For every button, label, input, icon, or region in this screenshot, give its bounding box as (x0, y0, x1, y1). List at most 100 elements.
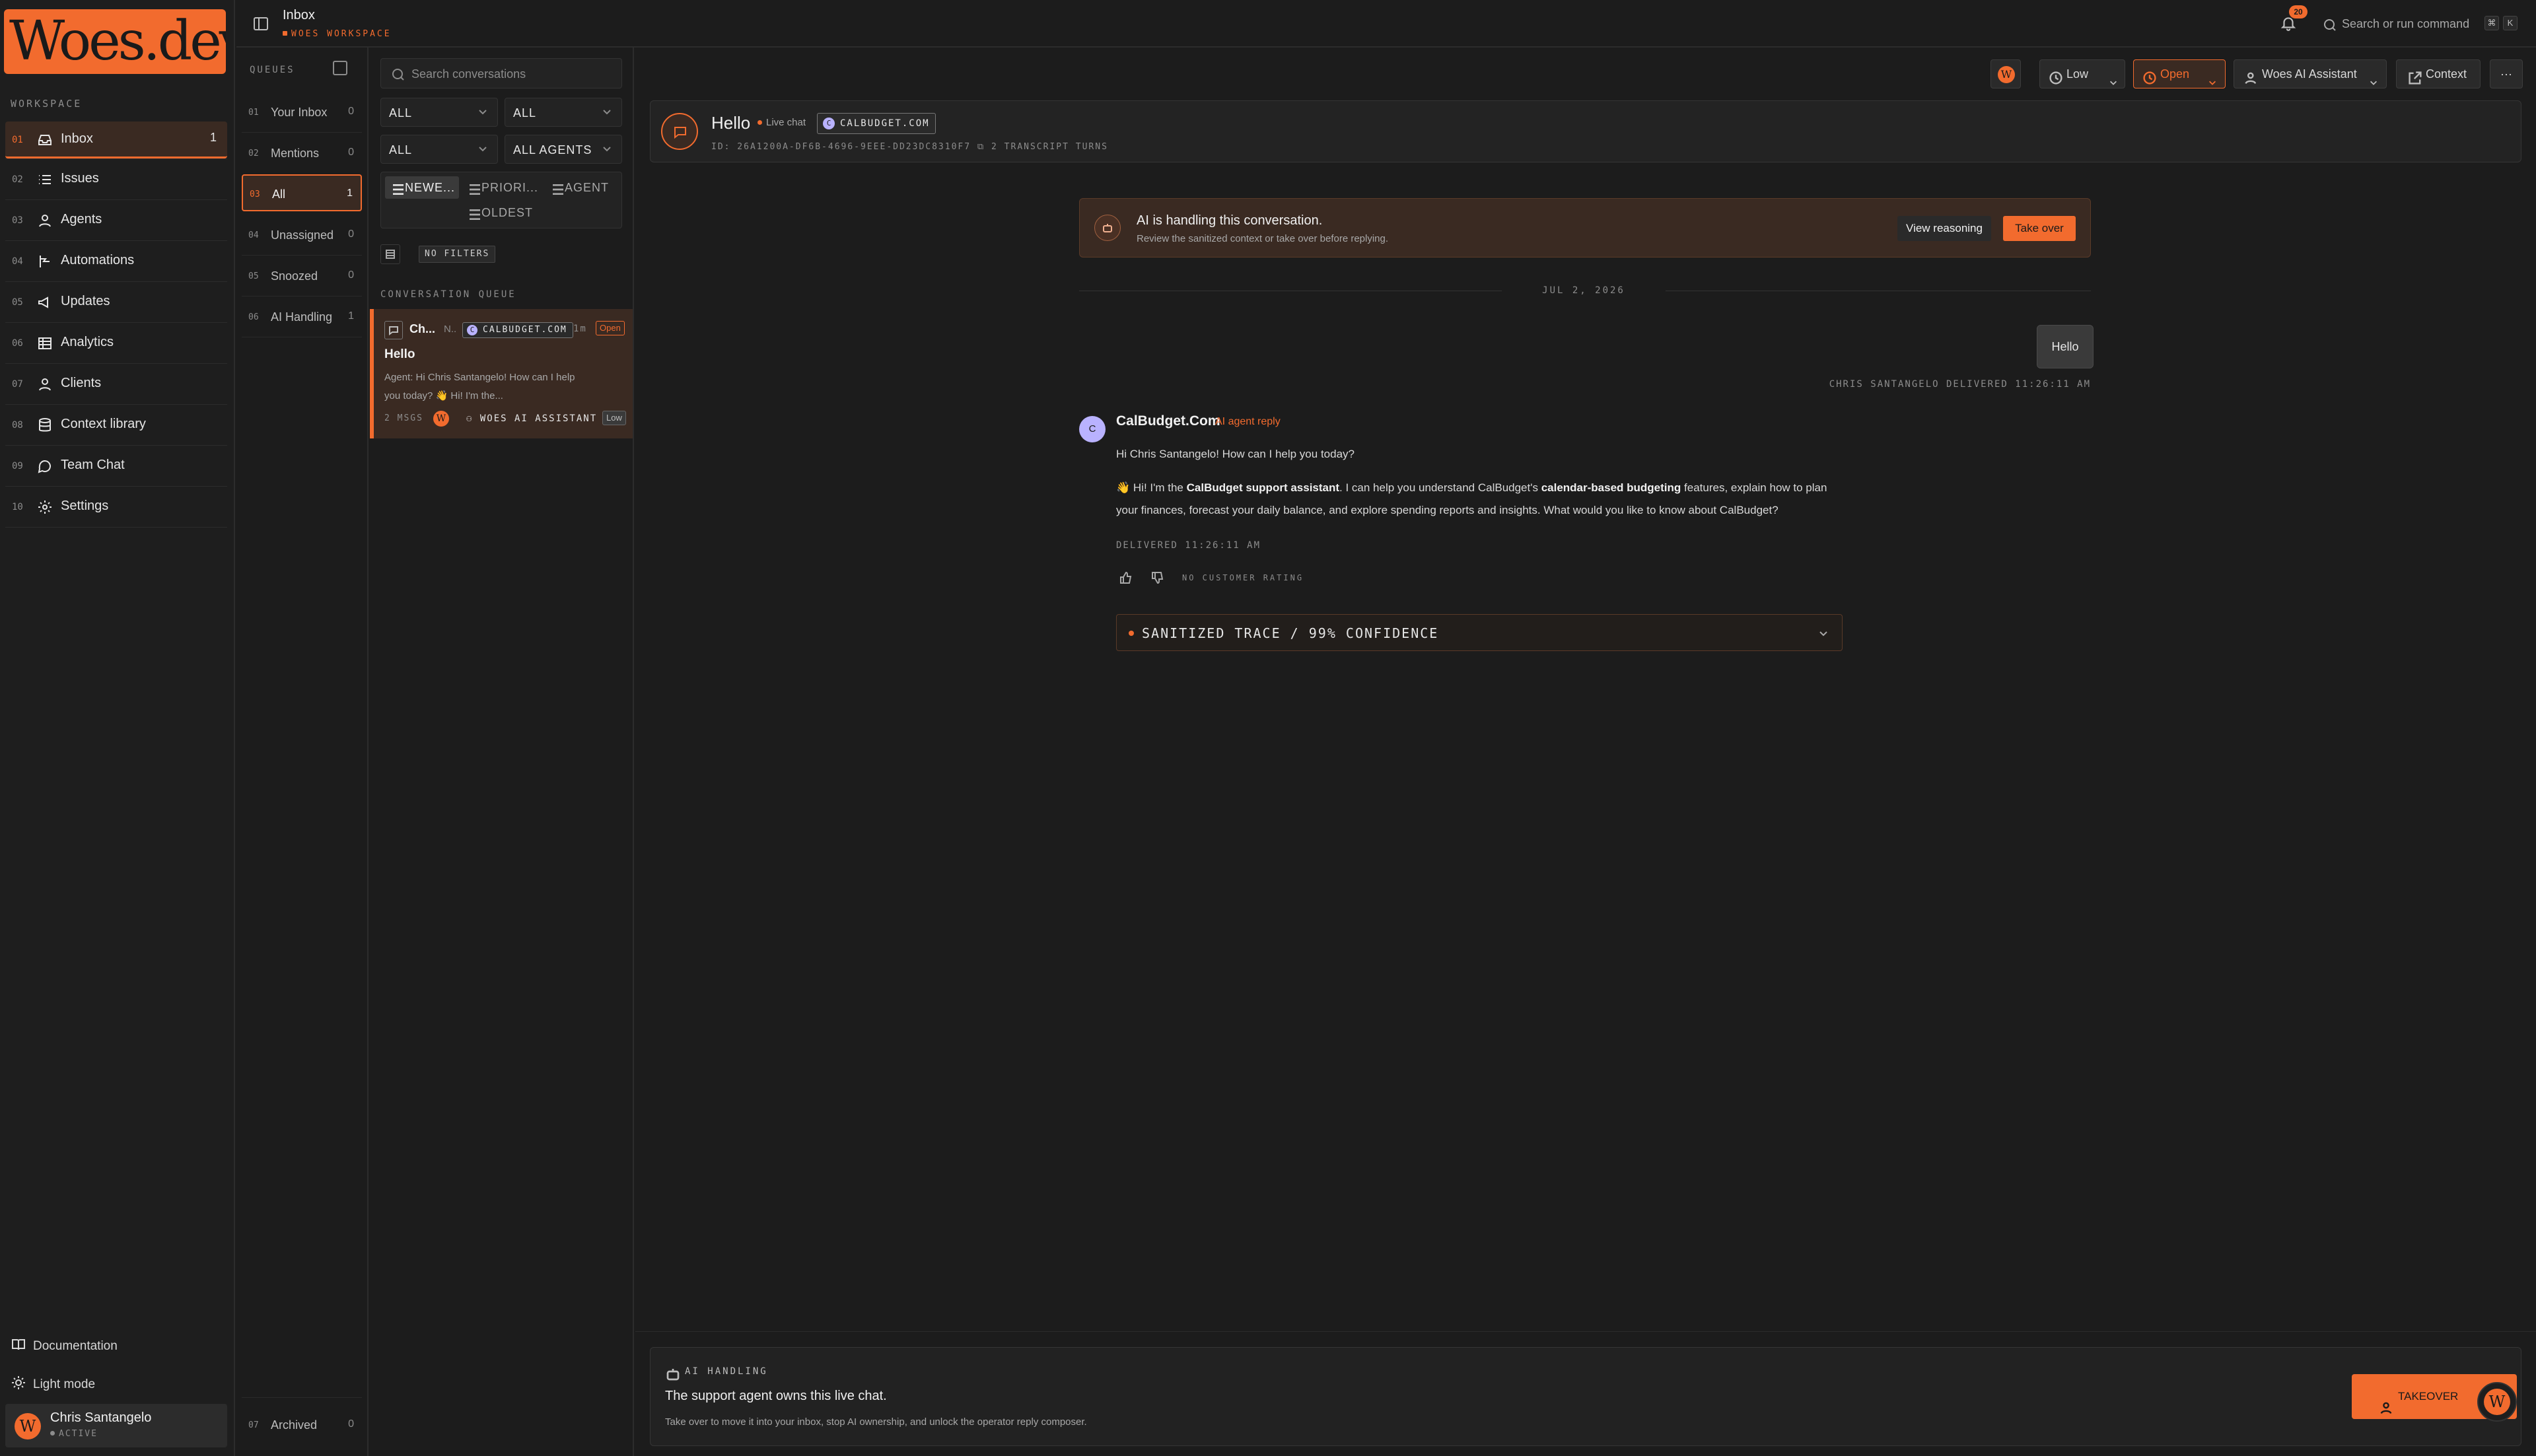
channel-filter-value: ALL (513, 106, 537, 120)
command-search[interactable]: Search or run command ⌘ K (2322, 16, 2520, 33)
composer-subtitle: Take over to move it into your inbox, st… (665, 1416, 1087, 1428)
sort-priority-button[interactable]: PRIORI... (462, 176, 541, 199)
domain-text: CALBUDGET.COM (840, 118, 930, 129)
queue-item-archived[interactable]: 07 Archived 0 (242, 1406, 362, 1443)
filter-icon[interactable] (380, 244, 400, 264)
chevron-down-icon (2109, 69, 2118, 85)
queue-item-all[interactable]: 03 All 1 (242, 174, 362, 211)
queues-title: QUEUES (250, 65, 295, 75)
sidebar-item-inbox[interactable]: 01 Inbox 1 (5, 121, 227, 158)
live-dot (757, 120, 762, 125)
view-reasoning-button[interactable]: View reasoning (1897, 216, 1991, 241)
conversation-card[interactable]: Ch... N.. C CALBUDGET.COM 1m Open Hello A… (370, 309, 633, 438)
queue-label: Mentions (271, 147, 320, 160)
queue-count: 1 (347, 188, 353, 199)
conversation-preview: Agent: Hi Chris Santangelo! How can I he… (384, 372, 575, 401)
search-icon (2322, 17, 2336, 31)
queue-count: 0 (348, 228, 354, 240)
bot-icon (665, 1366, 680, 1381)
light-mode-toggle[interactable]: Light mode (11, 1375, 95, 1392)
context-button[interactable]: Context (2396, 59, 2481, 88)
sidebar-item-updates[interactable]: 05 Updates (5, 284, 227, 321)
sidebar-item-automations[interactable]: 04 Automations (5, 243, 227, 280)
status-filter-select[interactable]: ALL (380, 98, 498, 127)
chat-icon (37, 458, 53, 474)
search-input[interactable] (411, 64, 610, 84)
user-card[interactable]: W Chris Santangelo ACTIVE (5, 1404, 227, 1447)
divider (5, 322, 227, 323)
sort-oldest-button[interactable]: OLDEST (462, 201, 541, 224)
documentation-link[interactable]: Documentation (11, 1336, 118, 1354)
page-title: Inbox (283, 8, 315, 22)
queue-item-snoozed[interactable]: 05 Snoozed 0 (242, 258, 362, 295)
sidebar-item-label: Updates (61, 294, 110, 308)
priority-dropdown[interactable]: Low (2039, 59, 2125, 88)
chevron-down-icon (477, 143, 488, 154)
sidebar-item-clients[interactable]: 07 Clients (5, 366, 227, 403)
message-emphasis: calendar-based budgeting (1541, 481, 1681, 494)
thumbs-down-icon[interactable] (1150, 571, 1165, 585)
divider (5, 199, 227, 200)
thumbs-up-icon[interactable] (1119, 571, 1133, 585)
workspace-avatar-button[interactable]: W (1990, 59, 2021, 88)
search-icon (390, 67, 404, 81)
status-value: Open (2160, 67, 2190, 81)
sidebar-toggle-icon[interactable] (254, 17, 268, 30)
sidebar-item-issues[interactable]: 02 Issues (5, 161, 227, 198)
more-options-button[interactable]: ··· (2490, 59, 2523, 88)
nav-number: 10 (12, 502, 23, 512)
agent-icon: ⚇ (466, 413, 480, 424)
conversation-subject: Hello (384, 347, 415, 361)
assignee-name: WOES AI ASSISTANT (479, 413, 598, 424)
sidebar-item-label: Automations (61, 253, 135, 267)
nav-number: 05 (12, 297, 23, 308)
take-over-button[interactable]: Take over (2003, 216, 2076, 241)
user-status-text: ACTIVE (59, 1429, 98, 1439)
queues-panel: QUEUES 01 Your Inbox 0 02 Mentions 0 03 … (236, 48, 369, 1456)
queue-count: 0 (348, 147, 354, 158)
sort-newest-button[interactable]: NEWE... (385, 176, 459, 199)
assignee-dropdown[interactable]: Woes AI Assistant (2234, 59, 2387, 88)
agent-filter-select[interactable]: ALL AGENTS (505, 135, 622, 164)
sidebar-item-label: Settings (61, 499, 109, 513)
sidebar-item-agents[interactable]: 03 Agents (5, 202, 227, 239)
sort-agent-button[interactable]: AGENT (545, 176, 617, 199)
message-emphasis: CalBudget support assistant (1186, 481, 1340, 494)
gear-icon (37, 499, 53, 515)
sanitized-trace-accordion[interactable]: SANITIZED TRACE / 99% CONFIDENCE (1116, 614, 1843, 651)
divider (5, 158, 227, 159)
add-queue-icon[interactable] (333, 61, 347, 75)
light-mode-label: Light mode (33, 1377, 96, 1391)
assistant-fab[interactable]: W (2477, 1382, 2517, 1422)
queue-item-unassigned[interactable]: 04 Unassigned 0 (242, 217, 362, 254)
queue-number: 05 (248, 271, 259, 281)
domain-badge: C CALBUDGET.COM (462, 322, 573, 338)
queue-item-mentions[interactable]: 02 Mentions 0 (242, 135, 362, 172)
sidebar-item-context-library[interactable]: 08 Context library (5, 407, 227, 444)
sidebar-item-label: Issues (61, 171, 99, 186)
copy-icon[interactable]: ⧉ (977, 142, 991, 152)
book-icon (11, 1336, 25, 1351)
nav-number: 08 (12, 420, 23, 431)
sidebar-item-team-chat[interactable]: 09 Team Chat (5, 448, 227, 485)
queue-item-your-inbox[interactable]: 01 Your Inbox 0 (242, 94, 362, 131)
chevron-down-icon (602, 106, 612, 117)
queue-label: Your Inbox (271, 106, 328, 119)
conversation-search[interactable] (380, 58, 622, 88)
user-status: ACTIVE (50, 1429, 98, 1439)
sidebar-item-analytics[interactable]: 06 Analytics (5, 325, 227, 362)
sidebar-item-settings[interactable]: 10 Settings (5, 489, 227, 526)
logo[interactable]: Woes.dev (4, 9, 226, 74)
customer-rating: NO CUSTOMER RATING (1182, 573, 1304, 582)
priority-filter-select[interactable]: ALL (380, 135, 498, 164)
conversation-list-panel: ALL ALL ALL ALL AGENTS NEWE... PRIORI...… (370, 48, 634, 1456)
assignee-value: Woes AI Assistant (2262, 67, 2357, 81)
status-dropdown[interactable]: Open (2133, 59, 2226, 88)
channel-filter-select[interactable]: ALL (505, 98, 622, 127)
divider (242, 132, 362, 133)
queue-item-ai-handling[interactable]: 06 AI Handling 1 (242, 298, 362, 335)
no-filters-badge: NO FILTERS (419, 246, 496, 263)
queue-number: 06 (248, 312, 259, 322)
nav-number: 06 (12, 338, 23, 349)
queue-count: 0 (348, 106, 354, 117)
